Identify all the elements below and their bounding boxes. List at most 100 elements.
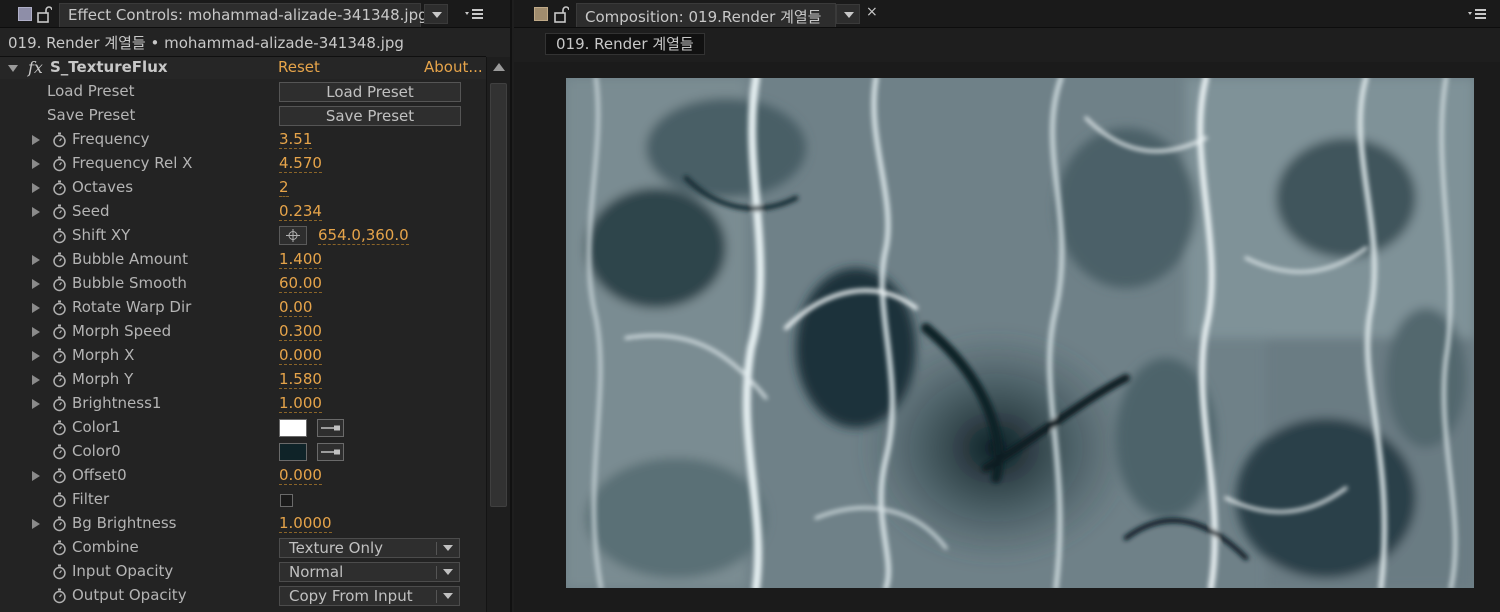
fx-icon[interactable]: fx — [28, 58, 43, 77]
divider — [436, 566, 437, 579]
twirl-arrow-icon[interactable] — [32, 351, 40, 361]
crosshair-icon[interactable] — [279, 226, 307, 245]
param-label: Output Opacity — [72, 586, 187, 604]
about-link[interactable]: About... — [424, 58, 483, 76]
param-value[interactable]: 60.00 — [279, 274, 322, 293]
param-row-offset0: Offset0 0.000 — [0, 464, 486, 488]
input-opacity-select-value: Normal — [289, 563, 344, 581]
param-value[interactable]: 1.0000 — [279, 514, 332, 533]
stopwatch-icon[interactable] — [52, 348, 67, 364]
effect-name[interactable]: S_TextureFlux — [50, 58, 168, 76]
twirl-arrow-icon[interactable] — [32, 135, 40, 145]
twirl-arrow-icon[interactable] — [32, 327, 40, 337]
input-opacity-select[interactable]: Normal — [279, 562, 460, 582]
composition-panel: Composition: 019.Render 계열들 × 019. Rende… — [514, 0, 1500, 612]
eyedropper-icon[interactable] — [317, 443, 344, 461]
param-value[interactable]: 0.00 — [279, 298, 313, 317]
combine-select[interactable]: Texture Only — [279, 538, 460, 558]
param-label: Rotate Warp Dir — [72, 298, 192, 316]
output-opacity-select[interactable]: Copy From Input — [279, 586, 460, 606]
param-label: Bubble Amount — [72, 250, 188, 268]
effect-twirl-arrow-icon[interactable] — [8, 65, 18, 72]
eyedropper-icon[interactable] — [317, 419, 344, 437]
param-row-filter: Filter — [0, 488, 486, 512]
tab-dropdown-button[interactable] — [836, 4, 860, 24]
stopwatch-icon[interactable] — [52, 156, 67, 172]
stopwatch-icon[interactable] — [52, 492, 67, 508]
tab-dropdown-button[interactable] — [424, 4, 448, 24]
param-row-morph-speed: Morph Speed 0.300 — [0, 320, 486, 344]
twirl-arrow-icon[interactable] — [32, 399, 40, 409]
twirl-arrow-icon[interactable] — [32, 279, 40, 289]
tab-effect-controls[interactable]: Effect Controls: mohammad-alizade-341348… — [59, 3, 428, 27]
stopwatch-icon[interactable] — [52, 396, 67, 412]
stopwatch-icon[interactable] — [52, 444, 67, 460]
param-value[interactable]: 654.0,360.0 — [318, 226, 409, 245]
param-value[interactable]: 1.580 — [279, 370, 322, 389]
stopwatch-icon[interactable] — [52, 588, 67, 604]
composition-breadcrumb[interactable]: 019. Render 계열들 — [545, 33, 705, 55]
twirl-arrow-icon[interactable] — [32, 183, 40, 193]
param-value[interactable]: 1.000 — [279, 394, 322, 413]
param-value[interactable]: 0.234 — [279, 202, 322, 221]
color0-swatch[interactable] — [279, 443, 307, 461]
output-opacity-select-value: Copy From Input — [289, 587, 413, 605]
effect-controls-tab-strip: Effect Controls: mohammad-alizade-341348… — [0, 0, 510, 28]
scrollbar-thumb[interactable] — [490, 83, 507, 507]
stopwatch-icon[interactable] — [52, 228, 67, 244]
param-value[interactable]: 0.000 — [279, 466, 322, 485]
param-value[interactable]: 3.51 — [279, 130, 313, 149]
stopwatch-icon[interactable] — [52, 468, 67, 484]
filter-checkbox[interactable] — [280, 494, 293, 507]
effect-controls-panel: Effect Controls: mohammad-alizade-341348… — [0, 0, 512, 612]
param-row-morph-y: Morph Y 1.580 — [0, 368, 486, 392]
panel-menu-icon[interactable] — [1466, 5, 1488, 23]
param-value[interactable]: 4.570 — [279, 154, 322, 173]
divider — [436, 542, 437, 555]
stopwatch-icon[interactable] — [52, 564, 67, 580]
dropdown-arrow-icon — [443, 545, 453, 551]
composition-render-preview[interactable] — [566, 78, 1474, 588]
twirl-arrow-icon[interactable] — [32, 159, 40, 169]
twirl-arrow-icon[interactable] — [32, 375, 40, 385]
twirl-arrow-icon[interactable] — [32, 519, 40, 529]
stopwatch-icon[interactable] — [52, 276, 67, 292]
param-value[interactable]: 1.400 — [279, 250, 322, 269]
param-row-bubble-amount: Bubble Amount 1.400 — [0, 248, 486, 272]
panel-menu-icon[interactable] — [463, 5, 485, 23]
twirl-arrow-icon[interactable] — [32, 255, 40, 265]
stopwatch-icon[interactable] — [52, 420, 67, 436]
vertical-scrollbar[interactable] — [486, 57, 510, 612]
load-preset-button[interactable]: Load Preset — [279, 82, 461, 102]
composition-viewer[interactable] — [514, 62, 1500, 612]
param-label: Bg Brightness — [72, 514, 177, 532]
stopwatch-icon[interactable] — [52, 252, 67, 268]
param-label: Morph Y — [72, 370, 134, 388]
scroll-up-icon[interactable] — [493, 63, 505, 71]
stopwatch-icon[interactable] — [52, 180, 67, 196]
lock-icon[interactable] — [553, 5, 569, 23]
param-label: Brightness1 — [72, 394, 162, 412]
param-value[interactable]: 0.300 — [279, 322, 322, 341]
twirl-arrow-icon[interactable] — [32, 207, 40, 217]
stopwatch-icon[interactable] — [52, 372, 67, 388]
stopwatch-icon[interactable] — [52, 324, 67, 340]
twirl-arrow-icon[interactable] — [32, 471, 40, 481]
param-value[interactable]: 0.000 — [279, 346, 322, 365]
param-row-color1: Color1 — [0, 416, 486, 440]
save-preset-button[interactable]: Save Preset — [279, 106, 461, 126]
stopwatch-icon[interactable] — [52, 132, 67, 148]
close-icon[interactable]: × — [866, 4, 878, 20]
stopwatch-icon[interactable] — [52, 300, 67, 316]
color1-swatch[interactable] — [279, 419, 307, 437]
param-value[interactable]: 2 — [279, 178, 289, 197]
tab-composition[interactable]: Composition: 019.Render 계열들 — [576, 3, 836, 27]
param-row-brightness1: Brightness1 1.000 — [0, 392, 486, 416]
twirl-arrow-icon[interactable] — [32, 303, 40, 313]
reset-link[interactable]: Reset — [278, 58, 320, 76]
tab-effect-controls-label: Effect Controls: mohammad-alizade-341348… — [68, 6, 428, 24]
stopwatch-icon[interactable] — [52, 516, 67, 532]
lock-icon[interactable] — [36, 5, 52, 23]
stopwatch-icon[interactable] — [52, 540, 67, 556]
stopwatch-icon[interactable] — [52, 204, 67, 220]
